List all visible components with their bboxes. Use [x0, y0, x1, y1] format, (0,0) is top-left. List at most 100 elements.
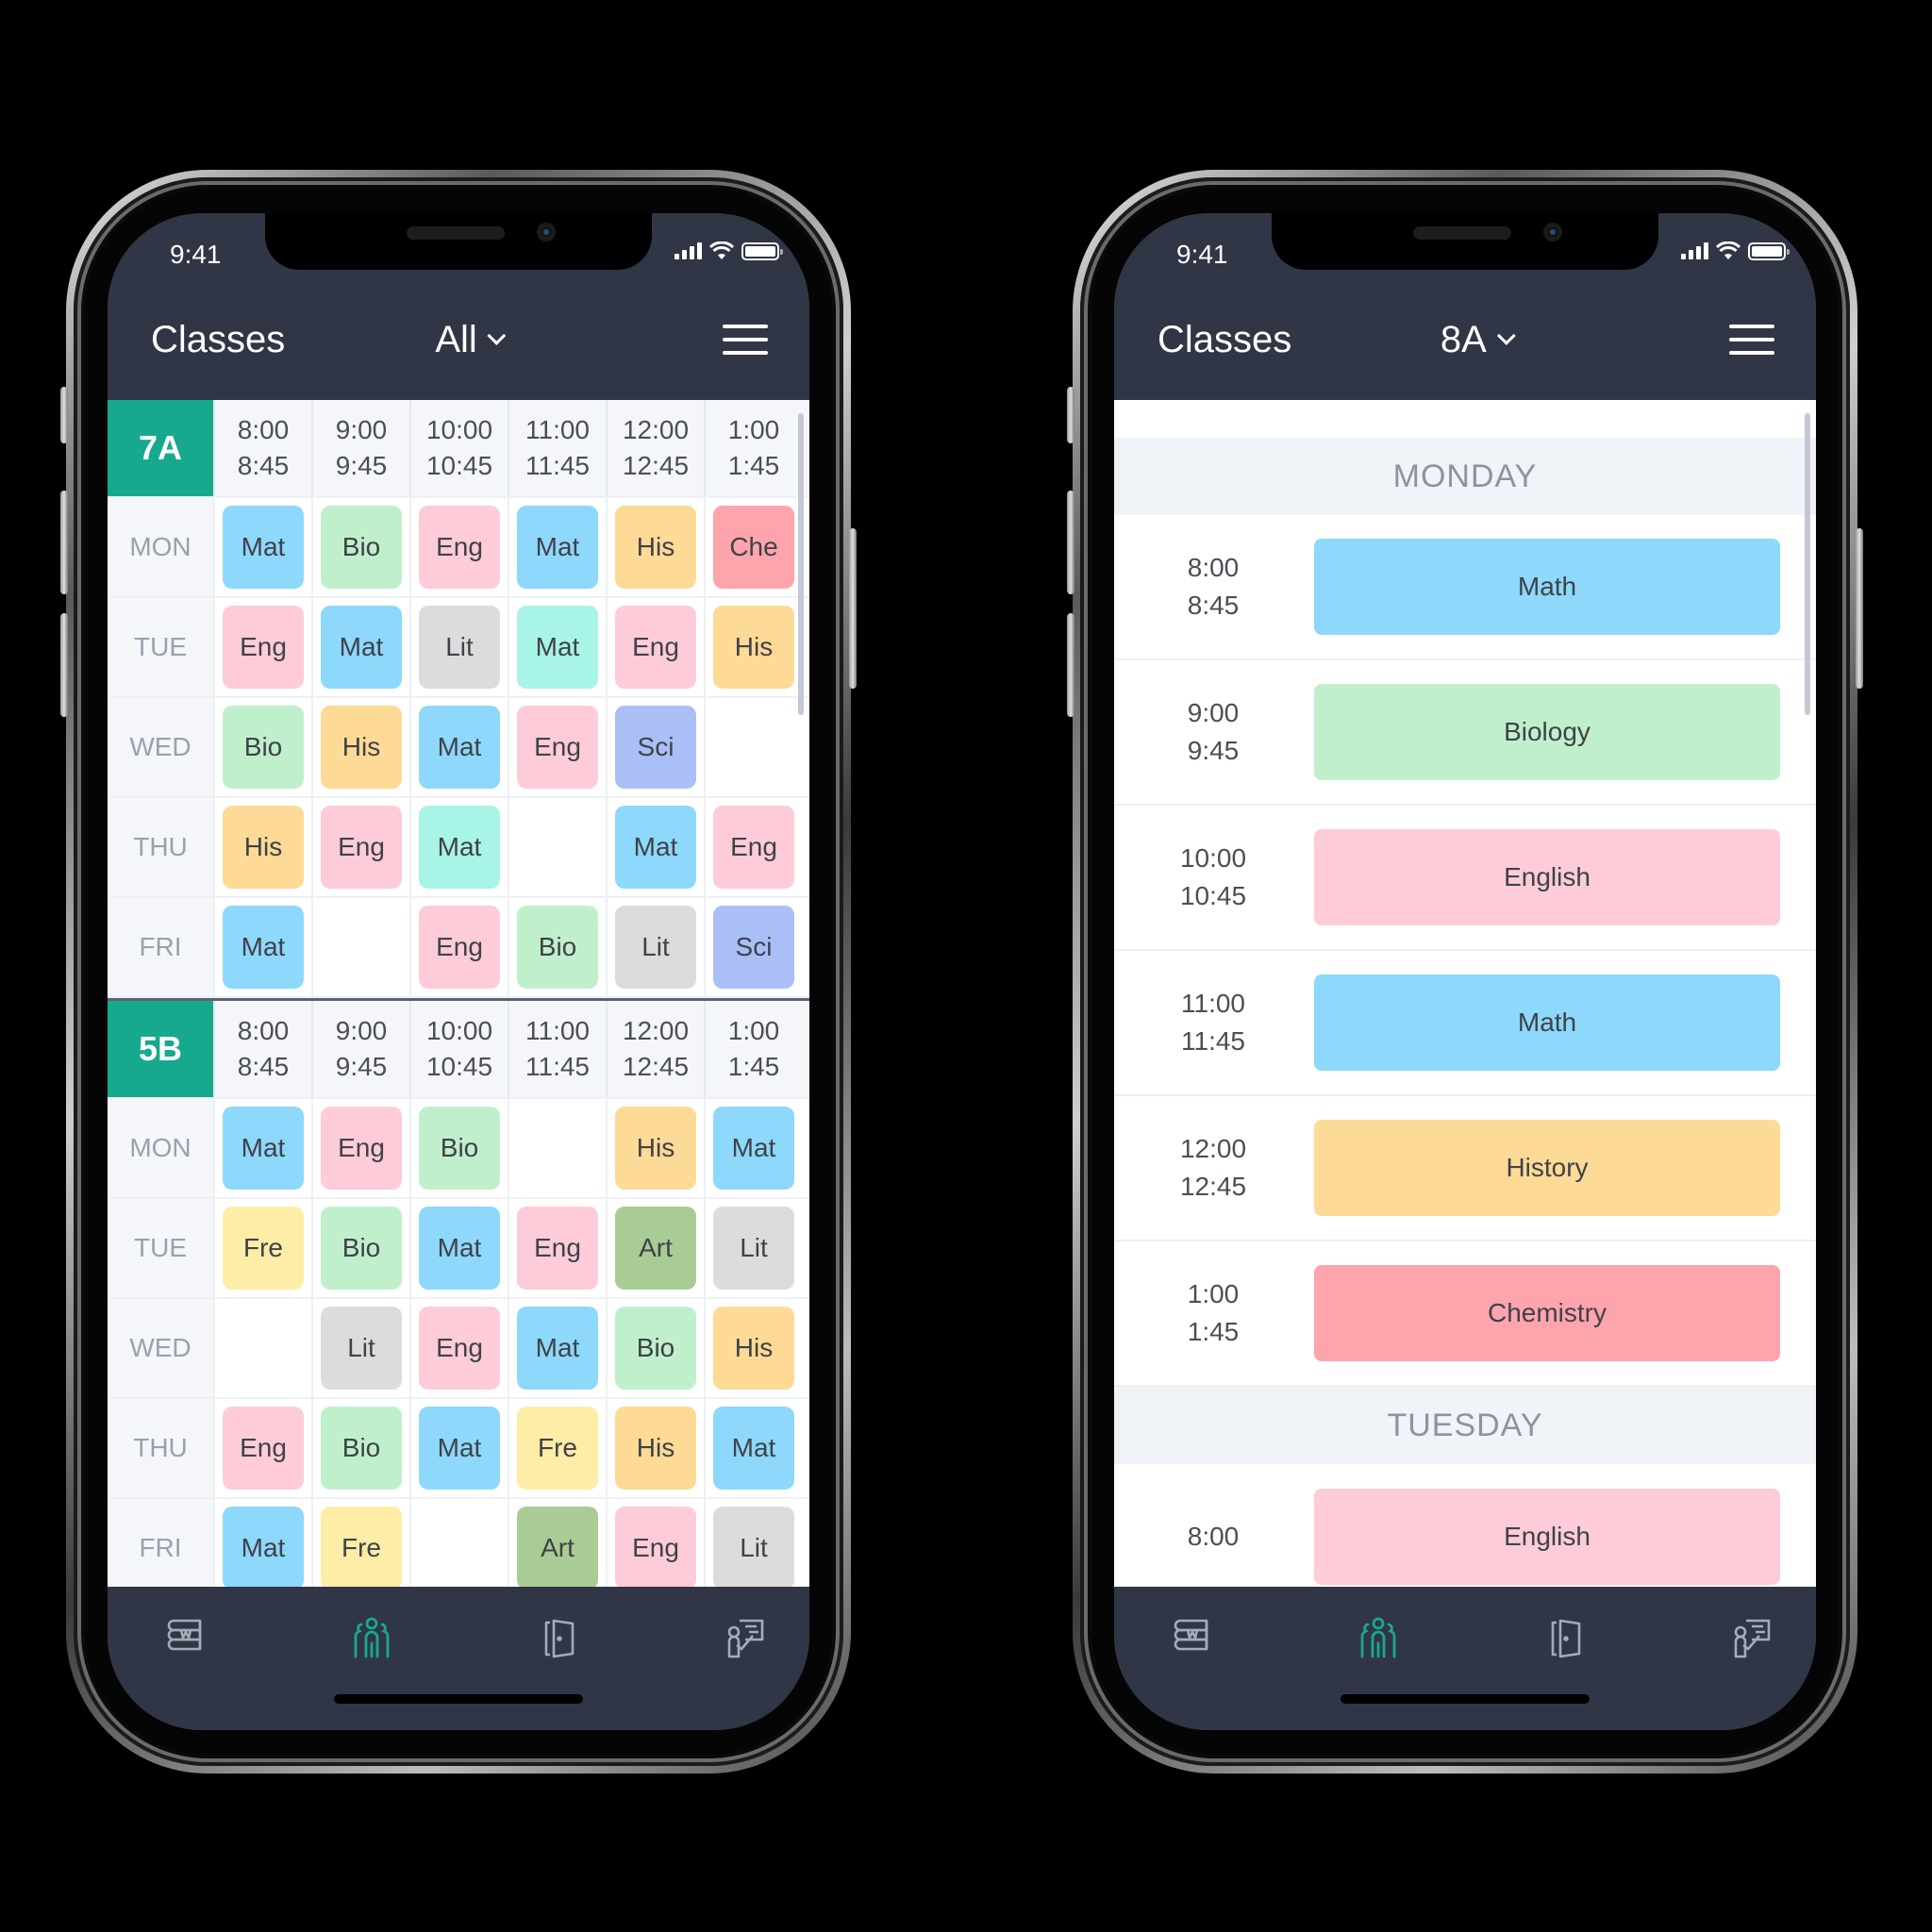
subject-chip[interactable]: Eng: [419, 1307, 500, 1390]
tab-people-group[interactable]: [348, 1615, 395, 1662]
timetable-cell[interactable]: Eng: [606, 1499, 704, 1587]
scrollbar[interactable]: [1805, 413, 1810, 715]
timetable-grid[interactable]: 7A 8:00 8:45 9:00 9:45 10:00 10:45 11:00 11:45 12…: [108, 400, 809, 1587]
subject-chip[interactable]: Sci: [615, 706, 696, 789]
class-filter-dropdown[interactable]: All: [435, 319, 507, 361]
subject-chip[interactable]: Eng: [713, 806, 794, 889]
timetable-cell[interactable]: [409, 1499, 508, 1587]
timetable-cell[interactable]: Eng: [213, 598, 311, 696]
subject-chip[interactable]: Mat: [517, 606, 598, 689]
timetable-cell[interactable]: His: [606, 1399, 704, 1497]
tab-teacher-board[interactable]: [721, 1615, 768, 1662]
timetable-cell[interactable]: Sci: [704, 898, 802, 996]
timetable-cell[interactable]: His: [606, 1099, 704, 1197]
timetable-cell[interactable]: Fre: [311, 1499, 409, 1587]
timetable-cell[interactable]: Mat: [409, 1199, 508, 1297]
lesson-card[interactable]: Biology: [1314, 684, 1780, 780]
subject-chip[interactable]: Mat: [713, 1407, 794, 1490]
subject-chip[interactable]: His: [713, 606, 794, 689]
timetable-cell[interactable]: [704, 698, 802, 796]
tab-people-group[interactable]: [1355, 1615, 1402, 1662]
subject-chip[interactable]: His: [321, 706, 402, 789]
subject-chip[interactable]: Mat: [223, 506, 304, 589]
subject-chip[interactable]: Bio: [321, 1407, 402, 1490]
timetable-cell[interactable]: Lit: [606, 898, 704, 996]
lesson-card[interactable]: English: [1314, 1489, 1780, 1585]
timetable-cell[interactable]: Mat: [508, 498, 606, 596]
timetable-cell[interactable]: Mat: [508, 598, 606, 696]
timetable-cell[interactable]: Art: [508, 1499, 606, 1587]
lesson-row[interactable]: 11:00 11:45 Math: [1114, 951, 1816, 1096]
subject-chip[interactable]: Fre: [517, 1407, 598, 1490]
class-badge[interactable]: 7A: [108, 400, 213, 496]
subject-chip[interactable]: Eng: [517, 706, 598, 789]
timetable-cell[interactable]: Eng: [409, 498, 508, 596]
timetable-cell[interactable]: Mat: [213, 898, 311, 996]
timetable-cell[interactable]: His: [213, 798, 311, 896]
lesson-row[interactable]: 8:00 8:45 Math: [1114, 515, 1816, 660]
subject-chip[interactable]: Art: [517, 1507, 598, 1587]
subject-chip[interactable]: Mat: [419, 1207, 500, 1290]
timetable-cell[interactable]: Mat: [311, 598, 409, 696]
timetable-cell[interactable]: Eng: [311, 798, 409, 896]
class-filter-dropdown[interactable]: 8A: [1441, 319, 1516, 361]
subject-chip[interactable]: Bio: [321, 506, 402, 589]
subject-chip[interactable]: Mat: [419, 706, 500, 789]
timetable-cell[interactable]: Mat: [704, 1399, 802, 1497]
timetable-cell[interactable]: Fre: [213, 1199, 311, 1297]
timetable-cell[interactable]: Eng: [409, 1299, 508, 1397]
tab-books[interactable]: [164, 1615, 211, 1662]
subject-chip[interactable]: Mat: [517, 506, 598, 589]
timetable-cell[interactable]: Mat: [409, 1399, 508, 1497]
subject-chip[interactable]: Mat: [615, 806, 696, 889]
timetable-cell[interactable]: Lit: [704, 1499, 802, 1587]
timetable-cell[interactable]: [508, 1099, 606, 1197]
timetable-cell[interactable]: Bio: [409, 1099, 508, 1197]
timetable-cell[interactable]: Mat: [508, 1299, 606, 1397]
timetable-cell[interactable]: Eng: [606, 598, 704, 696]
timetable-cell[interactable]: Bio: [311, 1399, 409, 1497]
timetable-cell[interactable]: Mat: [213, 1099, 311, 1197]
menu-button[interactable]: [1729, 325, 1774, 355]
subject-chip[interactable]: Art: [615, 1207, 696, 1290]
timetable-cell[interactable]: Mat: [606, 798, 704, 896]
timetable-cell[interactable]: [311, 898, 409, 996]
subject-chip[interactable]: His: [223, 806, 304, 889]
lesson-row[interactable]: 1:00 1:45 Chemistry: [1114, 1241, 1816, 1387]
subject-chip[interactable]: Eng: [615, 1507, 696, 1587]
subject-chip[interactable]: Eng: [223, 606, 304, 689]
subject-chip[interactable]: Mat: [713, 1107, 794, 1190]
subject-chip[interactable]: Bio: [615, 1307, 696, 1390]
subject-chip[interactable]: Fre: [321, 1507, 402, 1587]
menu-button[interactable]: [723, 325, 768, 355]
subject-chip[interactable]: His: [615, 506, 696, 589]
subject-chip[interactable]: Eng: [517, 1207, 598, 1290]
subject-chip[interactable]: Lit: [419, 606, 500, 689]
timetable-cell[interactable]: Bio: [508, 898, 606, 996]
subject-chip[interactable]: Lit: [713, 1507, 794, 1587]
subject-chip[interactable]: Che: [713, 506, 794, 589]
lesson-card[interactable]: English: [1314, 829, 1780, 925]
timetable-cell[interactable]: Eng: [213, 1399, 311, 1497]
timetable-cell[interactable]: Mat: [704, 1099, 802, 1197]
subject-chip[interactable]: Eng: [223, 1407, 304, 1490]
timetable-cell[interactable]: Mat: [213, 498, 311, 596]
subject-chip[interactable]: Mat: [321, 606, 402, 689]
timetable-cell[interactable]: His: [311, 698, 409, 796]
lesson-row[interactable]: 9:00 9:45 Biology: [1114, 660, 1816, 806]
subject-chip[interactable]: Bio: [419, 1107, 500, 1190]
subject-chip[interactable]: Mat: [419, 1407, 500, 1490]
subject-chip[interactable]: Bio: [321, 1207, 402, 1290]
timetable-cell[interactable]: Lit: [409, 598, 508, 696]
timetable-cell[interactable]: Fre: [508, 1399, 606, 1497]
timetable-cell[interactable]: Sci: [606, 698, 704, 796]
timetable-cell[interactable]: Eng: [409, 898, 508, 996]
timetable-cell[interactable]: Bio: [311, 498, 409, 596]
scrollbar[interactable]: [798, 413, 804, 715]
lesson-card[interactable]: History: [1314, 1120, 1780, 1216]
subject-chip[interactable]: His: [615, 1107, 696, 1190]
subject-chip[interactable]: Lit: [615, 906, 696, 989]
subject-chip[interactable]: His: [713, 1307, 794, 1390]
subject-chip[interactable]: Bio: [223, 706, 304, 789]
timetable-cell[interactable]: Mat: [409, 698, 508, 796]
